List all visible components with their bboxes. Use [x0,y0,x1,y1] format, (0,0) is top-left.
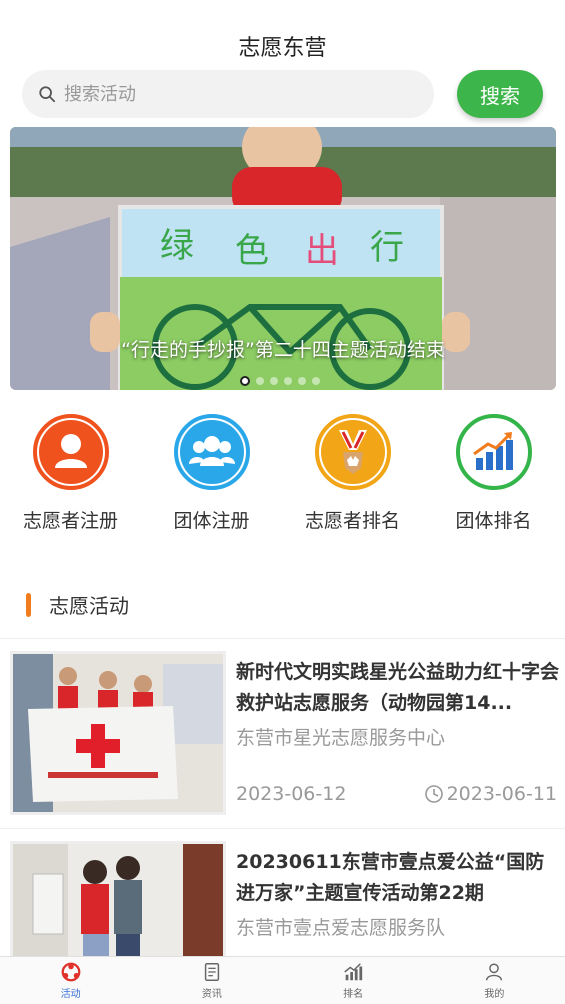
svg-text:绿: 绿 [160,226,194,266]
activity-org: 东营市星光志愿服务中心 [236,727,446,749]
quick-label: 志愿者注册 [22,510,118,532]
carousel-dot[interactable] [298,377,306,385]
svg-text:行: 行 [370,228,404,268]
tab-ranking[interactable]: 排名 [283,957,424,1004]
medal-icon [314,414,391,490]
volunteer-register-button[interactable]: 志愿者注册 [0,414,141,533]
quick-label: 志愿者排名 [304,510,400,532]
carousel-dots[interactable] [240,376,320,386]
section-header: 志愿活动 [26,590,129,619]
svg-text:出: 出 [305,231,339,271]
quick-label: 团体注册 [173,510,250,532]
activity-card[interactable]: 新时代文明实践星光公益助力红十字会救护站志愿服务（动物园第14... 东营市星光… [0,638,565,828]
search-bar[interactable] [22,70,434,118]
tab-label: 我的 [484,989,505,1000]
page-title: 志愿东营 [238,36,327,61]
person-icon [32,414,109,490]
group-icon [173,414,250,490]
group-ranking-button[interactable]: 团体排名 [423,414,564,533]
activity-icon [61,962,81,982]
activity-thumbnail [10,651,226,815]
carousel-dot[interactable] [284,377,292,385]
quick-actions: 志愿者注册 团体注册 志愿者排名 团体排名 [0,414,565,533]
carousel-dot[interactable] [312,377,320,385]
activity-list: 新时代文明实践星光公益助力红十字会救护站志愿服务（动物园第14... 东营市星光… [0,638,565,1004]
tab-profile[interactable]: 我的 [424,957,565,1004]
carousel-dot[interactable] [240,376,250,386]
activity-title: 20230611东营市壹点爱公益“国防进万家”主题宣传活动第22期 [236,851,545,904]
activity-end-date: 2023-06-11 [446,783,557,805]
carousel-dot[interactable] [270,377,278,385]
profile-icon [486,963,503,981]
activity-org: 东营市壹点爱志愿服务队 [236,917,446,939]
trend-chart-icon [455,414,532,490]
quick-label: 团体排名 [455,510,532,532]
search-button[interactable]: 搜索 [457,70,543,118]
tab-news[interactable]: 资讯 [141,957,282,1004]
tab-label: 活动 [60,989,81,1000]
banner-carousel[interactable]: 绿 色 出 行 “行走的手抄报”第二十四主题活动结束 [10,127,556,390]
search-icon [39,86,56,103]
activity-title: 新时代文明实践星光公益助力红十字会救护站志愿服务（动物园第14... [236,661,560,714]
news-icon [204,963,220,981]
activity-end-date-wrap: 2023-06-11 [424,783,557,805]
group-register-button[interactable]: 团体注册 [141,414,282,533]
tab-activity[interactable]: 活动 [0,957,141,1004]
activity-start-date: 2023-06-12 [236,783,347,805]
section-title: 志愿活动 [49,594,129,618]
banner-caption: “行走的手抄报”第二十四主题活动结束 [121,339,445,361]
ranking-icon [344,963,363,981]
tab-label: 排名 [343,989,364,1000]
search-input[interactable] [64,83,384,105]
volunteer-ranking-button[interactable]: 志愿者排名 [282,414,423,533]
svg-text:色: 色 [235,231,269,271]
bottom-tab-bar: 活动 资讯 排名 我的 [0,956,565,1004]
carousel-dot[interactable] [256,377,264,385]
clock-icon [424,785,443,803]
section-accent-bar [26,592,31,617]
tab-label: 资讯 [201,989,222,1000]
